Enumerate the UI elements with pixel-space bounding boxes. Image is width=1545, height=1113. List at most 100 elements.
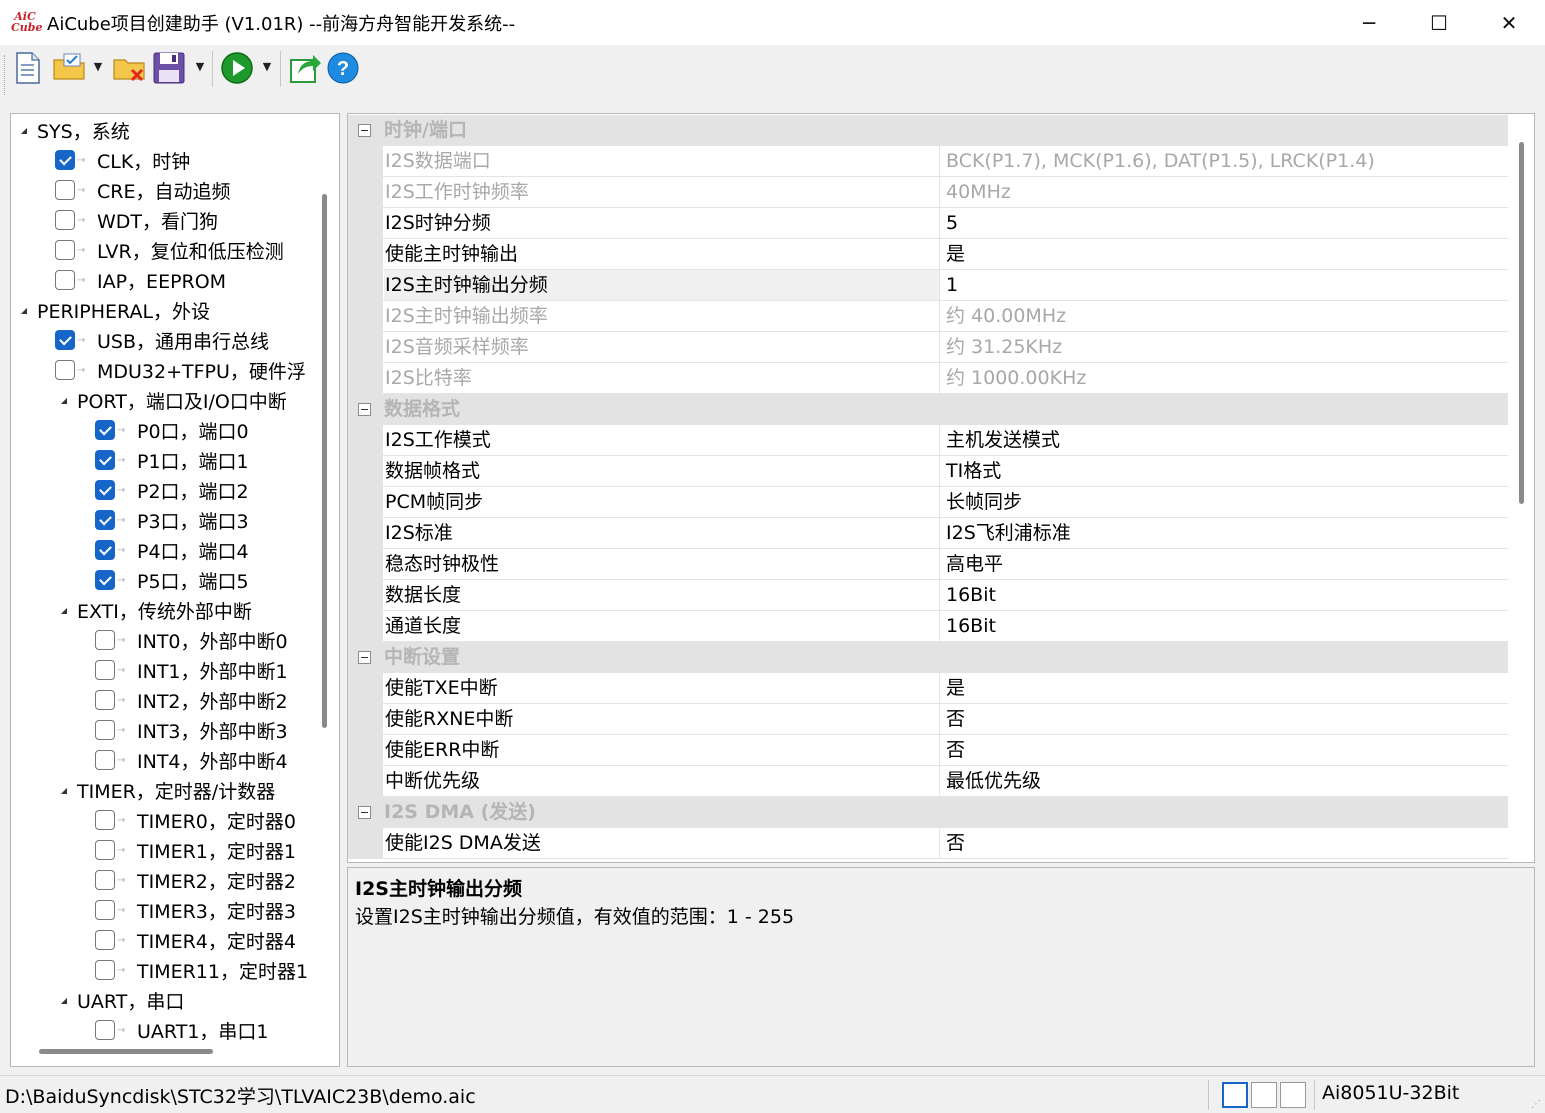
property-name[interactable]: I2S工作时钟频率	[384, 177, 940, 207]
collapse-icon[interactable]	[358, 124, 371, 137]
property-value[interactable]: 16Bit	[946, 611, 996, 641]
property-name[interactable]: I2S主时钟输出分频	[384, 270, 940, 300]
tree-item[interactable]: → INT4，外部中断4	[95, 745, 288, 775]
property-name[interactable]: 使能I2S DMA发送	[384, 828, 940, 858]
grid-property-row[interactable]: 使能RXNE中断否	[348, 704, 1508, 735]
grid-property-row[interactable]: I2S音频采样频率约 31.25KHz	[348, 332, 1508, 363]
property-value[interactable]: 否	[946, 735, 965, 765]
peripheral-tree[interactable]: ◢ SYS，系统 → CLK，时钟 → CRE，自动追频 → WDT，看门狗 → LVR，复位和低…	[10, 113, 340, 1067]
property-value[interactable]: 主机发送模式	[946, 425, 1060, 455]
tree-item[interactable]: → USB，通用串行总线	[55, 325, 269, 355]
tree-item[interactable]: → TIMER2，定时器2	[95, 865, 296, 895]
open-dropdown-icon[interactable]: ▼	[91, 60, 105, 74]
tree-checkbox[interactable]	[55, 330, 75, 350]
tree-item[interactable]: → WDT，看门狗	[55, 205, 218, 235]
grid-property-row[interactable]: 使能I2S DMA发送否	[348, 828, 1508, 859]
property-name[interactable]: 使能TXE中断	[384, 673, 940, 703]
grid-property-row[interactable]: 稳态时钟极性 高电平	[348, 549, 1508, 580]
tree-item[interactable]: → P2口，端口2	[95, 475, 249, 505]
tree-checkbox[interactable]	[95, 960, 115, 980]
minimize-button[interactable]: ─	[1334, 0, 1404, 45]
layout-split-icon[interactable]	[1251, 1082, 1277, 1108]
expand-arrow-icon[interactable]: ◢	[17, 126, 31, 135]
tree-item[interactable]: → TIMER1，定时器1	[95, 835, 296, 865]
property-value[interactable]: I2S飞利浦标准	[946, 518, 1071, 548]
property-name[interactable]: 使能主时钟输出	[384, 239, 940, 269]
tree-item[interactable]: → INT1，外部中断1	[95, 655, 288, 685]
grid-property-row[interactable]: 数据长度 16Bit	[348, 580, 1508, 611]
tree-item[interactable]: → CRE，自动追频	[55, 175, 230, 205]
property-name[interactable]: I2S时钟分频	[384, 208, 940, 238]
property-name[interactable]: I2S数据端口	[384, 146, 940, 176]
property-value[interactable]: 高电平	[946, 549, 1003, 579]
expand-arrow-icon[interactable]: ◢	[57, 786, 71, 795]
tree-item[interactable]: → IAP，EEPROM	[55, 265, 226, 295]
tree-item[interactable]: → TIMER11，定时器1	[95, 955, 308, 985]
grid-property-row[interactable]: I2S时钟分频 5	[348, 208, 1508, 239]
property-name[interactable]: 稳态时钟极性	[384, 549, 940, 579]
property-name[interactable]: PCM帧同步	[384, 487, 940, 517]
tree-checkbox[interactable]	[95, 450, 115, 470]
tree-item[interactable]: → INT0，外部中断0	[95, 625, 288, 655]
tree-checkbox[interactable]	[95, 930, 115, 950]
property-value[interactable]: 16Bit	[946, 580, 996, 610]
tree-item[interactable]: → LVR，复位和低压检测	[55, 235, 284, 265]
grid-property-row[interactable]: I2S标准 I2S飞利浦标准	[348, 518, 1508, 549]
property-value[interactable]: 1	[946, 270, 958, 300]
tree-checkbox[interactable]	[95, 510, 115, 530]
property-name[interactable]: I2S标准	[384, 518, 940, 548]
grid-category-row[interactable]: 数据格式	[348, 394, 1508, 425]
run-dropdown-icon[interactable]: ▼	[260, 60, 274, 74]
tree-checkbox[interactable]	[55, 180, 75, 200]
tree-item[interactable]: → TIMER4，定时器4	[95, 925, 296, 955]
tree-item[interactable]: ◢ UART，串口	[57, 985, 184, 1015]
maximize-button[interactable]: ☐	[1404, 0, 1474, 45]
property-name[interactable]: 使能ERR中断	[384, 735, 940, 765]
grid-property-row[interactable]: I2S主时钟输出频率约 40.00MHz	[348, 301, 1508, 332]
tree-item[interactable]: → TIMER3，定时器3	[95, 895, 296, 925]
new-file-icon[interactable]	[12, 50, 44, 86]
collapse-icon[interactable]	[358, 651, 371, 664]
export-icon[interactable]	[288, 50, 322, 86]
tree-checkbox[interactable]	[95, 810, 115, 830]
tree-item[interactable]: → INT2，外部中断2	[95, 685, 288, 715]
grid-property-row[interactable]: 使能主时钟输出是	[348, 239, 1508, 270]
tree-item[interactable]: ◢ PERIPHERAL，外设	[17, 295, 210, 325]
property-value[interactable]: 是	[946, 239, 965, 269]
property-value[interactable]: 长帧同步	[946, 487, 1022, 517]
tree-checkbox[interactable]	[95, 750, 115, 770]
run-icon[interactable]	[220, 50, 254, 86]
grid-property-row[interactable]: I2S比特率约 1000.00KHz	[348, 363, 1508, 394]
expand-arrow-icon[interactable]: ◢	[57, 396, 71, 405]
tree-checkbox[interactable]	[95, 900, 115, 920]
grid-property-row[interactable]: I2S工作模式 主机发送模式	[348, 425, 1508, 456]
property-value[interactable]: 否	[946, 828, 965, 858]
tree-item[interactable]: ◢ TIMER，定时器/计数器	[57, 775, 275, 805]
grid-property-row[interactable]: 通道长度 16Bit	[348, 611, 1508, 642]
expand-arrow-icon[interactable]: ◢	[17, 306, 31, 315]
save-dropdown-icon[interactable]: ▼	[193, 60, 207, 74]
tree-checkbox[interactable]	[95, 660, 115, 680]
tree-item[interactable]: → TIMER0，定时器0	[95, 805, 296, 835]
layout-corner-icon[interactable]	[1280, 1082, 1306, 1108]
collapse-icon[interactable]	[358, 806, 371, 819]
tree-item[interactable]: ◢ SYS，系统	[17, 115, 130, 145]
property-name[interactable]: I2S主时钟输出频率	[384, 301, 940, 331]
property-name[interactable]: 数据长度	[384, 580, 940, 610]
tree-item[interactable]: ◢ PORT，端口及I/O口中断	[57, 385, 287, 415]
grid-category-row[interactable]: 中断设置	[348, 642, 1508, 673]
property-name[interactable]: 通道长度	[384, 611, 940, 641]
tree-checkbox[interactable]	[55, 150, 75, 170]
grid-property-row[interactable]: I2S工作时钟频率 40MHz	[348, 177, 1508, 208]
property-value[interactable]: 最低优先级	[946, 766, 1041, 796]
tree-item[interactable]: → P1口，端口1	[95, 445, 249, 475]
property-name[interactable]: 数据帧格式	[384, 456, 940, 486]
grid-property-row[interactable]: 中断优先级 最低优先级	[348, 766, 1508, 797]
tree-checkbox[interactable]	[95, 1020, 115, 1040]
tree-checkbox[interactable]	[95, 720, 115, 740]
collapse-icon[interactable]	[358, 403, 371, 416]
property-value[interactable]: TI格式	[946, 456, 1001, 486]
tree-item[interactable]: ◢ EXTI，传统外部中断	[57, 595, 252, 625]
property-value[interactable]: 否	[946, 704, 965, 734]
open-folder-icon[interactable]	[52, 50, 88, 86]
